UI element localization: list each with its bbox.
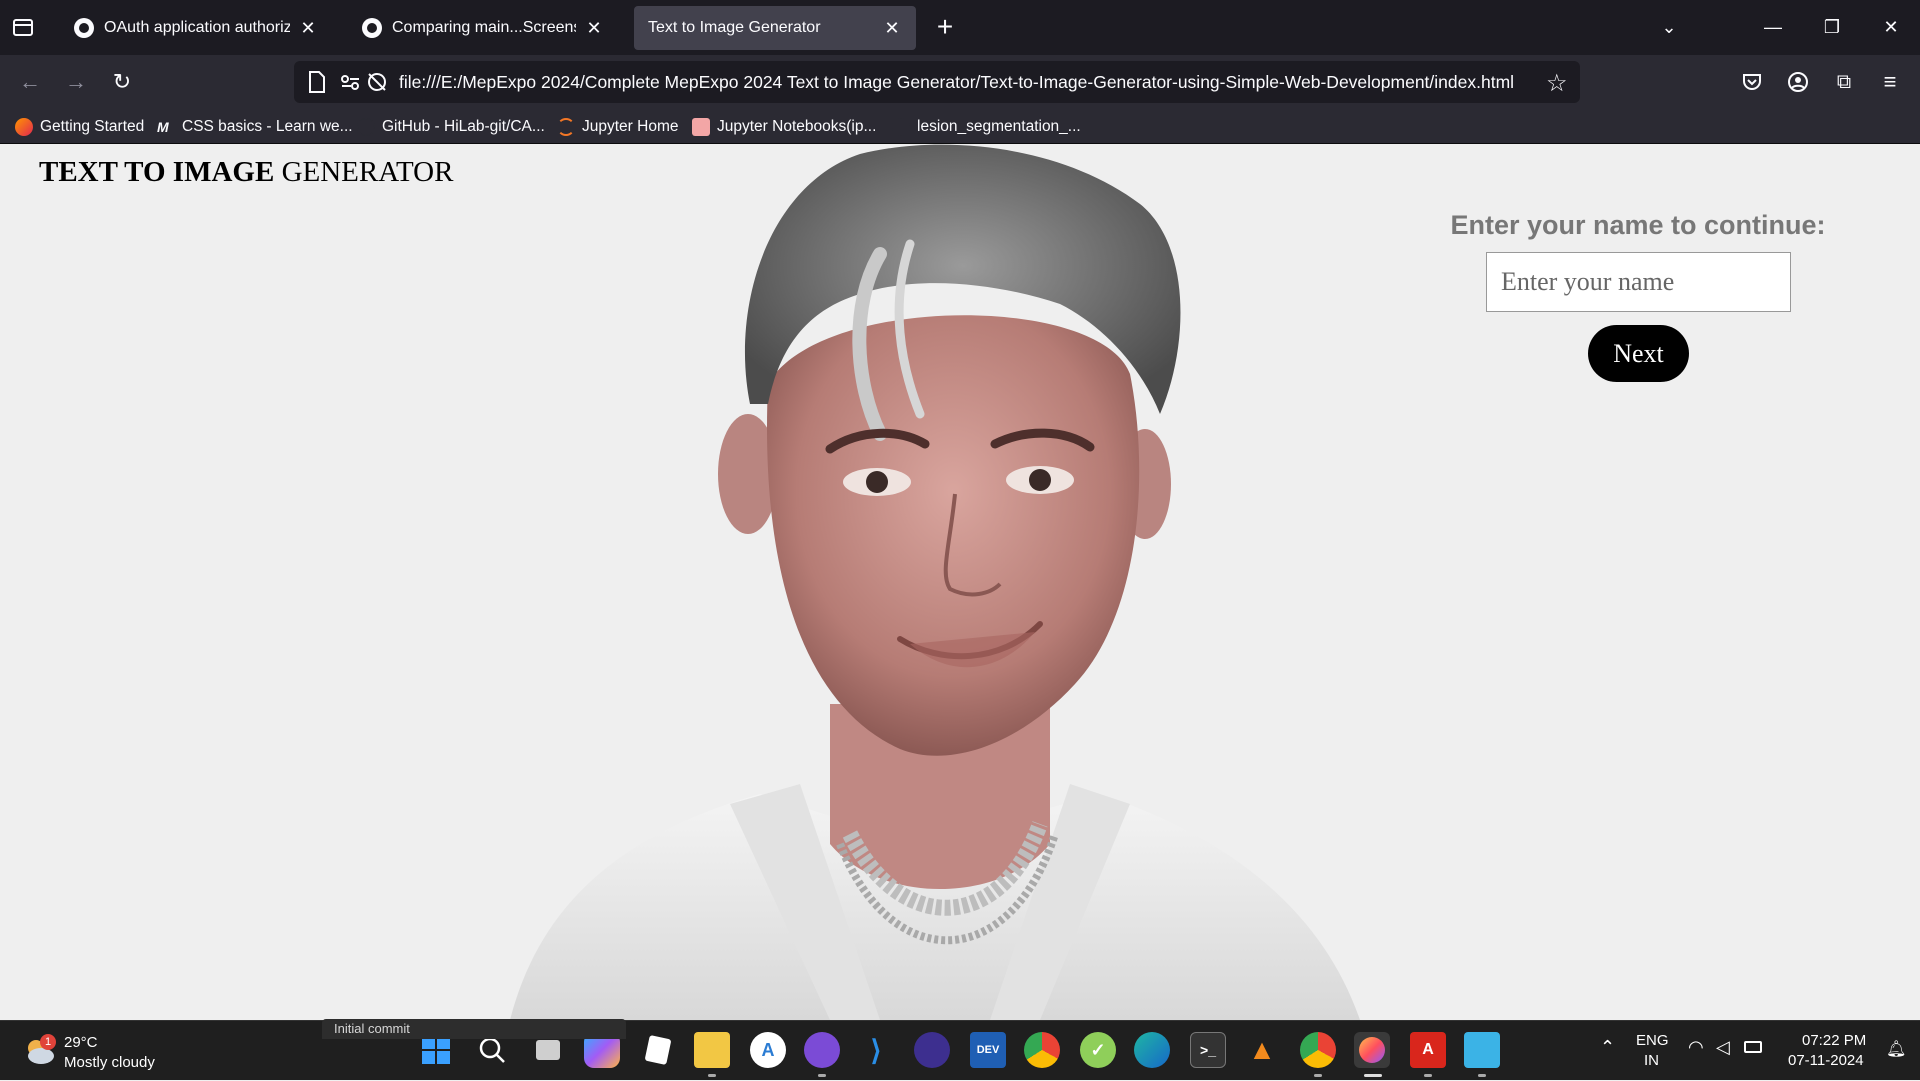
bookmarks-toolbar: Getting Started M CSS basics - Learn we.… [0,109,1920,144]
page-icon [892,118,910,136]
page-title: TEXT TO IMAGE GENERATOR [39,156,453,189]
weather-widget[interactable]: 1 29°C Mostly cloudy [20,1028,240,1074]
firefox-icon[interactable] [1354,1032,1390,1068]
chrome-alt-icon[interactable] [1300,1032,1336,1068]
running-indicator [1424,1074,1432,1077]
clock-time[interactable]: 07:22 PM [1802,1032,1866,1049]
tab-title: Text to Image Generator [648,19,821,36]
pocket-icon[interactable] [1733,63,1771,101]
bookmark-label: Jupyter Home [582,118,679,135]
bookmark-star-icon[interactable]: ☆ [1546,69,1568,98]
tab-strip: OAuth application authorized ✕ Comparing… [0,0,1920,55]
form-title: Enter your name to continue: [1450,210,1826,240]
page-info-icon[interactable] [308,71,326,98]
minimize-icon[interactable]: — [1744,0,1802,55]
bookmark-label: GitHub - HiLab-git/CA... [382,118,545,135]
vlc-icon[interactable]: ▲ [1244,1032,1280,1068]
app-store-icon[interactable]: A [750,1032,786,1068]
list-all-tabs-chevron-icon[interactable]: ⌄ [1640,0,1698,55]
battery-icon[interactable] [1744,1041,1762,1053]
close-icon[interactable]: ✕ [584,18,604,39]
new-tab-plus-icon[interactable]: + [930,12,960,42]
web-page: TEXT TO IMAGE GENERATOR Enter your name … [0,144,1920,1020]
bookmark-css-basics[interactable]: M CSS basics - Learn we... [157,115,353,139]
bookmark-jupyter-notebooks[interactable]: Jupyter Notebooks(ip... [692,115,876,139]
mdn-icon: M [157,119,169,135]
portrait-image [510,144,1360,1020]
github-icon [357,118,375,136]
file-explorer-icon[interactable] [694,1032,730,1068]
running-indicator [818,1074,826,1077]
page-title-rest: GENERATOR [274,156,454,188]
close-icon[interactable]: ✕ [882,18,902,39]
tab-text-to-image[interactable]: Text to Image Generator ✕ [634,6,916,50]
running-indicator [1314,1074,1322,1077]
bookmark-label: Jupyter Notebooks(ip... [717,118,877,135]
next-button[interactable]: Next [1588,325,1689,382]
bookmark-getting-started[interactable]: Getting Started [15,115,144,139]
account-icon[interactable] [1779,63,1817,101]
github-desktop-icon[interactable] [804,1032,840,1068]
bookmark-label: lesion_segmentation_... [917,118,1081,135]
notion-icon[interactable] [640,1032,676,1068]
language-bottom[interactable]: IN [1644,1052,1659,1069]
wifi-icon[interactable]: ◠ [1688,1037,1704,1058]
tab-oauth[interactable]: OAuth application authorized ✕ [60,6,332,50]
dev-icon[interactable]: DEV [970,1032,1006,1068]
running-indicator [708,1074,716,1077]
tab-comparing[interactable]: Comparing main...Screenshot-o ✕ [348,6,618,50]
edge-icon[interactable] [1134,1032,1170,1068]
reload-icon[interactable]: ↻ [103,63,141,101]
tab-title: Comparing main...Screenshot-o [392,19,576,36]
terminal-icon[interactable]: >_ [1190,1032,1226,1068]
eclipse-icon[interactable] [914,1032,950,1068]
navigation-bar: ← → ↻ file:///E:/MepExpo 2024/Complete M… [0,55,1920,109]
url-text[interactable]: file:///E:/MepExpo 2024/Complete MepExpo… [399,72,1514,93]
acrobat-icon[interactable]: A [1410,1032,1446,1068]
tab-title: OAuth application authorized [104,19,290,36]
firefox-icon [15,118,33,136]
name-input[interactable] [1486,252,1791,312]
weather-temp: 29°C [64,1034,98,1051]
weather-desc: Mostly cloudy [64,1054,155,1071]
system-tray: ⌃ ENG IN ◠ ◁ 07:22 PM 07-11-2024 🔔︎ [1580,1021,1920,1081]
tab-overview-icon[interactable] [10,14,40,42]
notebook-icon [692,118,710,136]
restore-icon[interactable]: ❐ [1803,0,1861,55]
weather-badge: 1 [40,1034,56,1050]
bookmark-github-hilab[interactable]: GitHub - HiLab-git/CA... [357,115,545,139]
close-window-icon[interactable]: ✕ [1862,0,1920,55]
forward-arrow-icon[interactable]: → [57,63,95,101]
tick-icon[interactable]: ✓ [1080,1032,1116,1068]
permissions-icon[interactable] [340,73,360,96]
jupyter-icon [557,118,575,136]
bookmark-label: CSS basics - Learn we... [182,118,353,135]
notification-bell-icon[interactable]: 🔔︎ [1886,1039,1906,1059]
github-icon [74,18,94,38]
running-indicator-active [1364,1074,1382,1077]
menu-hamburger-icon[interactable]: ≡ [1871,63,1909,101]
volume-icon[interactable]: ◁ [1716,1037,1730,1058]
bookmark-lesion-segmentation[interactable]: lesion_segmentation_... [892,115,1081,139]
chevron-up-icon[interactable]: ⌃ [1600,1037,1615,1058]
page-title-bold: TEXT TO IMAGE [39,156,275,188]
clock-date[interactable]: 07-11-2024 [1788,1052,1864,1069]
github-icon [362,18,382,38]
url-bar[interactable]: file:///E:/MepExpo 2024/Complete MepExpo… [294,61,1580,103]
chrome-icon[interactable] [1024,1032,1060,1068]
back-arrow-icon[interactable]: ← [11,63,49,101]
taskbar: 1 29°C Mostly cloudy A ⟩ DEV ✓ >_ ▲ A ⌃ … [0,1020,1920,1080]
notepad-icon[interactable] [1464,1032,1500,1068]
bookmark-label: Getting Started [40,118,145,135]
bookmark-jupyter-home[interactable]: Jupyter Home [557,115,678,139]
vscode-icon[interactable]: ⟩ [858,1032,894,1068]
language-top[interactable]: ENG [1636,1032,1669,1049]
extensions-icon[interactable]: ⧉ [1825,63,1863,101]
close-icon[interactable]: ✕ [298,18,318,39]
commit-tooltip: Initial commit [322,1019,626,1039]
running-indicator [1478,1074,1486,1077]
tracking-protection-off-icon[interactable] [366,71,388,98]
